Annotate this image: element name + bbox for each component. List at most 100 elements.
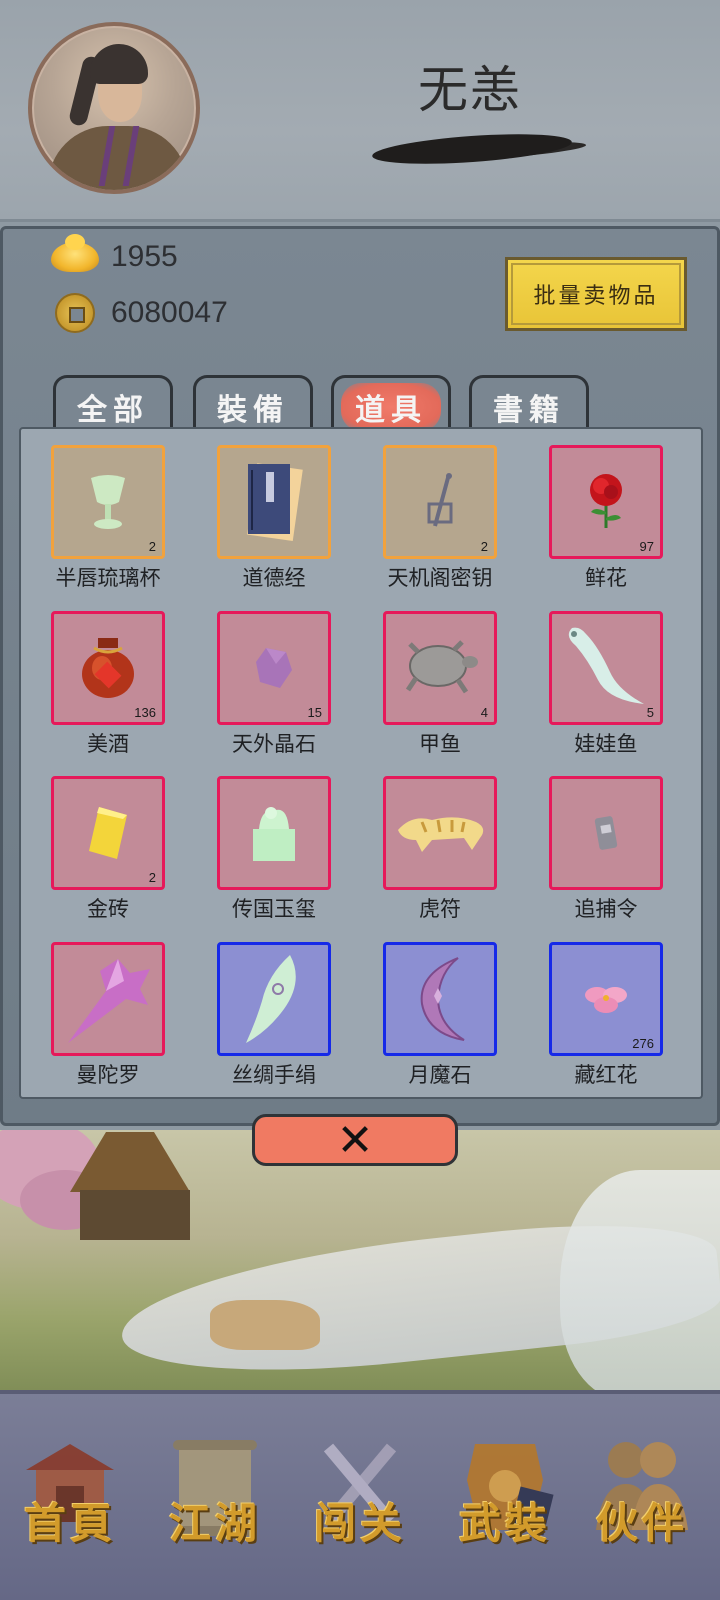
tab-items[interactable]: 道具: [331, 375, 451, 435]
item-count: 276: [632, 1036, 654, 1051]
item-cell[interactable]: 传国玉玺: [187, 760, 353, 921]
item-slot[interactable]: 4: [383, 611, 497, 725]
bottom-navigation: 首頁 江湖 闯关 武裝 伙伴: [0, 1390, 720, 1600]
item-name: 丝绸手绢: [232, 1063, 316, 1087]
item-slot[interactable]: 2: [383, 445, 497, 559]
item-count: 4: [480, 705, 488, 720]
item-count: 97: [639, 539, 654, 554]
item-name: 虎符: [419, 897, 461, 921]
item-cell[interactable]: 5 娃娃鱼: [519, 595, 685, 756]
item-slot[interactable]: [217, 942, 331, 1056]
item-cell[interactable]: 丝绸手绢: [187, 926, 353, 1087]
item-cell[interactable]: 道德经: [187, 429, 353, 590]
item-name: 金砖: [87, 897, 129, 921]
item-slot[interactable]: 2: [51, 776, 165, 890]
item-cell[interactable]: 曼陀罗: [21, 926, 187, 1087]
nav-companions[interactable]: 伙伴: [572, 1394, 712, 1600]
close-button[interactable]: ✕: [252, 1114, 458, 1166]
nav-label: 首頁: [23, 1499, 116, 1548]
item-slot[interactable]: 15: [217, 611, 331, 725]
item-count: 15: [307, 705, 322, 720]
tiger-tally-icon: [398, 817, 484, 852]
tab-all[interactable]: 全部: [53, 375, 173, 435]
gold-ingot-icon: [51, 234, 99, 272]
item-name: 曼陀罗: [76, 1063, 140, 1087]
item-name: 美酒: [87, 732, 129, 756]
item-count: 5: [646, 705, 654, 720]
item-cell[interactable]: 276 藏红花: [519, 926, 685, 1087]
item-slot[interactable]: [217, 445, 331, 559]
item-cell[interactable]: 2 天机阁密钥: [353, 429, 519, 590]
item-cell[interactable]: 2 金砖: [21, 760, 187, 921]
book-icon: [247, 463, 303, 541]
coin-count: 6080047: [111, 296, 228, 329]
ingot-count: 1955: [111, 240, 178, 273]
item-grid: 2 半唇琉璃杯 道德经 2 天机阁密钥 97 鲜花 136 美酒 15 天外晶石…: [19, 427, 703, 1099]
item-cell[interactable]: 15 天外晶石: [187, 595, 353, 756]
bulk-sell-button[interactable]: 批量卖物品: [505, 257, 687, 331]
item-count: 2: [480, 539, 488, 554]
item-name: 藏红花: [574, 1063, 638, 1087]
copper-coin-icon: [55, 293, 95, 333]
item-name: 道德经: [242, 566, 306, 590]
rose-icon: [590, 474, 622, 528]
nav-label: 武裝: [458, 1499, 551, 1548]
key-icon: [427, 473, 453, 527]
item-cell[interactable]: 97 鲜花: [519, 429, 685, 590]
coin-balance: 6080047: [51, 291, 228, 335]
item-slot[interactable]: [383, 776, 497, 890]
nav-stages[interactable]: 闯关: [290, 1394, 430, 1600]
nav-label: 伙伴: [595, 1499, 688, 1548]
crystal-icon: [256, 648, 292, 688]
datura-icon: [68, 959, 150, 1043]
nav-armory[interactable]: 武裝: [435, 1394, 575, 1600]
item-slot[interactable]: [51, 942, 165, 1056]
item-slot[interactable]: 276: [549, 942, 663, 1056]
item-name: 天机阁密钥: [387, 566, 493, 590]
salamander-icon: [568, 627, 644, 704]
item-cell[interactable]: 4 甲鱼: [353, 595, 519, 756]
item-slot[interactable]: 97: [549, 445, 663, 559]
item-name: 半唇琉璃杯: [55, 566, 161, 590]
tab-equipment[interactable]: 裝備: [193, 375, 313, 435]
nav-home[interactable]: 首頁: [0, 1394, 140, 1600]
jade-cup-icon: [91, 475, 125, 529]
silk-icon: [246, 955, 296, 1043]
item-cell[interactable]: 虎符: [353, 760, 519, 921]
item-cell[interactable]: 136 美酒: [21, 595, 187, 756]
jade-seal-icon: [253, 807, 295, 861]
item-count: 136: [134, 705, 156, 720]
item-slot[interactable]: [549, 776, 663, 890]
item-name: 天外晶石: [232, 732, 316, 756]
item-slot[interactable]: 5: [549, 611, 663, 725]
item-slot[interactable]: 2: [51, 445, 165, 559]
item-name: 追捕令: [574, 897, 638, 921]
tab-label: 道具: [341, 382, 441, 431]
profile-header: 无恙: [0, 0, 720, 222]
item-count: 2: [148, 870, 156, 885]
item-count: 2: [148, 539, 156, 554]
item-cell[interactable]: 追捕令: [519, 760, 685, 921]
close-icon: ✕: [336, 1114, 374, 1166]
nav-label: 江湖: [168, 1499, 261, 1548]
player-avatar[interactable]: [28, 22, 200, 194]
tab-books[interactable]: 書籍: [469, 375, 589, 435]
item-slot[interactable]: 136: [51, 611, 165, 725]
nav-jianghu[interactable]: 江湖: [145, 1394, 285, 1600]
item-cell[interactable]: 月魔石: [353, 926, 519, 1087]
item-slot[interactable]: [383, 942, 497, 1056]
scenery-background: [0, 1130, 720, 1400]
item-cell[interactable]: 2 半唇琉璃杯: [21, 429, 187, 590]
item-name: 娃娃鱼: [574, 732, 638, 756]
inventory-panel: 1955 6080047 批量卖物品 全部 裝備 道具 書籍 2 半唇琉璃杯 道…: [0, 226, 720, 1126]
ink-brush-stroke: [371, 129, 573, 169]
moon-stone-icon: [420, 957, 465, 1041]
tab-label: 書籍: [493, 392, 565, 428]
player-name: 无恙: [418, 61, 522, 119]
item-name: 鲜花: [585, 566, 627, 590]
tab-label: 全部: [77, 392, 149, 428]
saffron-icon: [585, 987, 627, 1013]
nav-label: 闯关: [313, 1499, 406, 1548]
item-slot[interactable]: [217, 776, 331, 890]
gold-brick-icon: [89, 807, 127, 859]
